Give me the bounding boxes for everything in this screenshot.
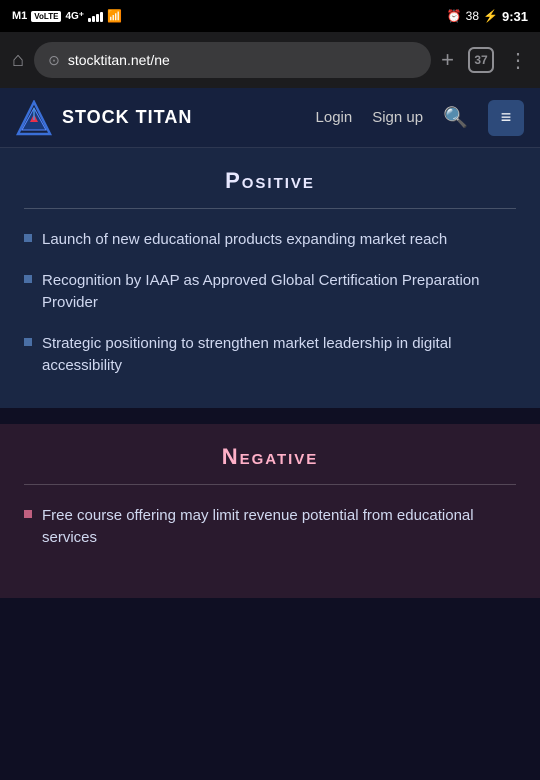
carrier-text: M1 (12, 10, 27, 22)
positive-section: Positive Launch of new educational produ… (0, 148, 540, 408)
status-left: M1 VoLTE 4G⁺ 📶 (12, 9, 122, 23)
logo-text: STOCK TITAN (62, 107, 192, 128)
search-icon[interactable]: 🔍 (443, 105, 468, 130)
wifi-icon: 📶 (107, 9, 122, 23)
tabs-count-button[interactable]: 37 (468, 47, 494, 73)
positive-item-1-text: Launch of new educational products expan… (42, 229, 447, 252)
bullet-marker-3 (24, 338, 32, 346)
volte-badge: VoLTE (31, 11, 61, 22)
main-content: Positive Launch of new educational produ… (0, 148, 540, 780)
positive-divider (24, 208, 516, 209)
signup-link[interactable]: Sign up (372, 109, 423, 126)
bullet-marker-1 (24, 234, 32, 242)
login-link[interactable]: Login (316, 109, 353, 126)
signal-bar-2 (92, 16, 95, 22)
signal-bar-4 (100, 12, 103, 22)
4g-badge: 4G⁺ (65, 11, 84, 22)
browser-actions: + 37 ⋮ (441, 47, 528, 73)
positive-item-2: Recognition by IAAP as Approved Global C… (24, 270, 516, 315)
browser-chrome: ⌂ ⊙ stocktitan.net/ne + 37 ⋮ (0, 32, 540, 88)
menu-button[interactable]: ≡ (488, 100, 524, 136)
positive-item-2-text: Recognition by IAAP as Approved Global C… (42, 270, 516, 315)
new-tab-button[interactable]: + (441, 47, 454, 73)
battery-percent: 38 (466, 9, 479, 23)
alarm-icon: ⏰ (447, 9, 462, 23)
negative-title: Negative (24, 444, 516, 470)
home-button[interactable]: ⌂ (12, 49, 24, 72)
negative-divider (24, 484, 516, 485)
status-bar: M1 VoLTE 4G⁺ 📶 ⏰ 38 ⚡ 9:31 (0, 0, 540, 32)
negative-item-1: Free course offering may limit revenue p… (24, 505, 516, 550)
negative-bullet-marker-1 (24, 510, 32, 518)
signal-bar-1 (88, 18, 91, 22)
positive-item-1: Launch of new educational products expan… (24, 229, 516, 252)
nav-links: Login Sign up 🔍 ≡ (316, 100, 524, 136)
negative-list: Free course offering may limit revenue p… (24, 505, 516, 550)
url-security-icon: ⊙ (48, 52, 60, 69)
positive-item-3: Strategic positioning to strengthen mark… (24, 333, 516, 378)
bullet-marker-2 (24, 275, 32, 283)
positive-title: Positive (24, 168, 516, 194)
more-menu-button[interactable]: ⋮ (508, 48, 528, 73)
negative-section: Negative Free course offering may limit … (0, 424, 540, 598)
signal-bars (88, 10, 103, 22)
logo-icon (16, 100, 52, 136)
url-bar[interactable]: ⊙ stocktitan.net/ne (34, 42, 431, 78)
logo-container: STOCK TITAN (16, 100, 192, 136)
charging-icon: ⚡ (483, 9, 498, 23)
signal-bar-3 (96, 14, 99, 22)
negative-item-1-text: Free course offering may limit revenue p… (42, 505, 516, 550)
url-text: stocktitan.net/ne (68, 52, 170, 68)
time-display: 9:31 (502, 9, 528, 24)
status-right: ⏰ 38 ⚡ 9:31 (447, 9, 528, 24)
positive-list: Launch of new educational products expan… (24, 229, 516, 378)
positive-item-3-text: Strategic positioning to strengthen mark… (42, 333, 516, 378)
nav-bar: STOCK TITAN Login Sign up 🔍 ≡ (0, 88, 540, 148)
